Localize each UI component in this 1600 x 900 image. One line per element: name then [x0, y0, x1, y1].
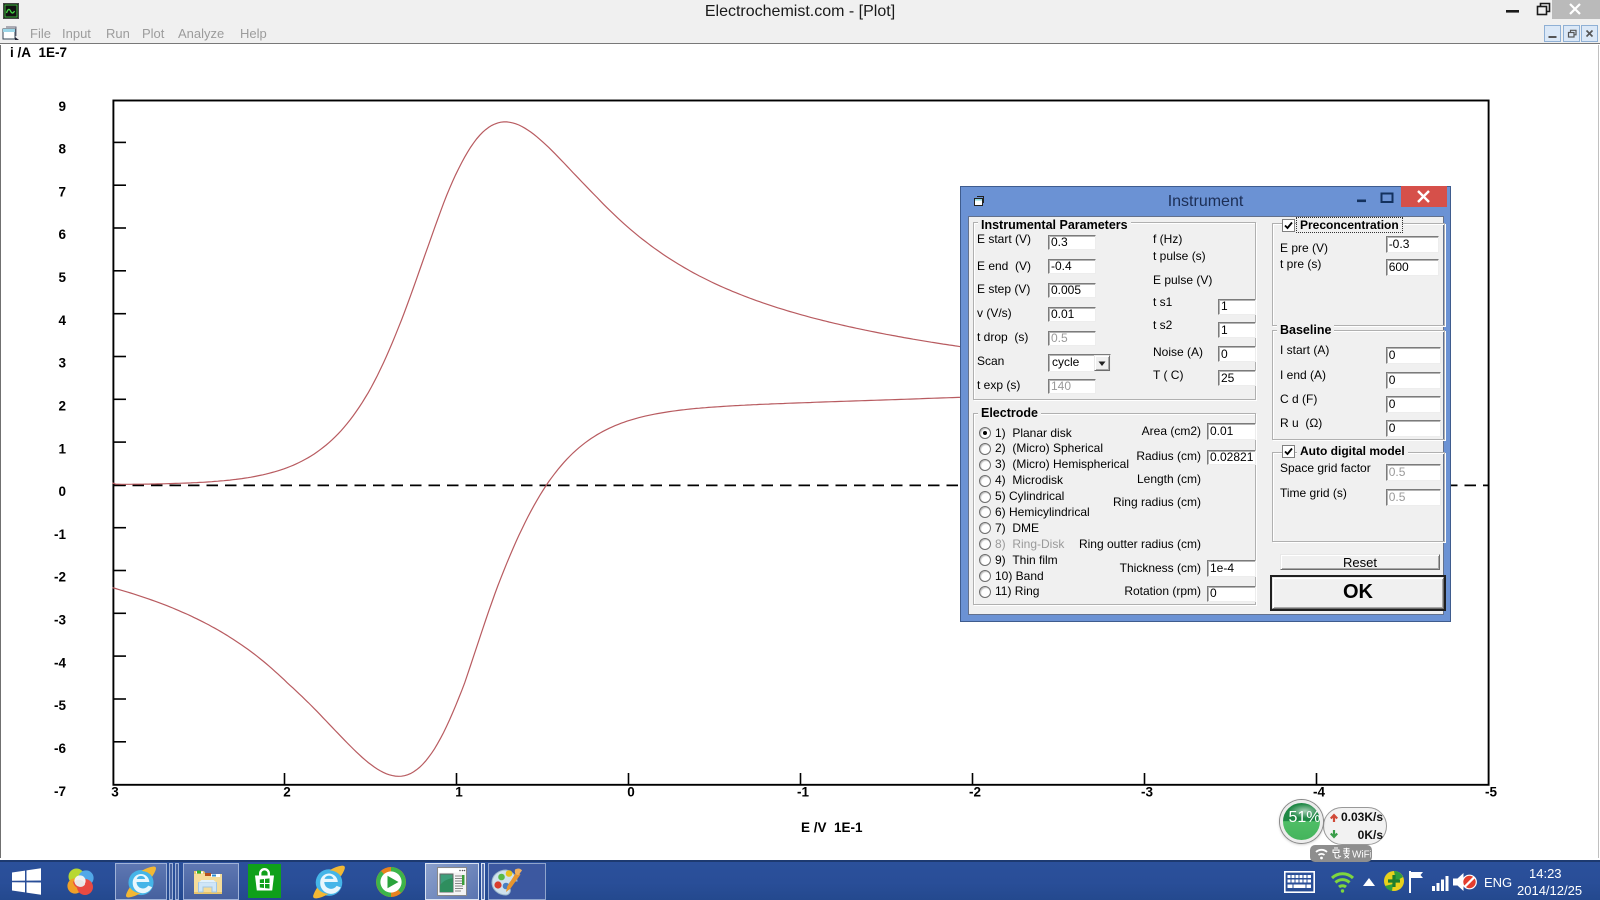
svg-text:-2: -2: [54, 570, 66, 585]
svg-text:-7: -7: [54, 784, 66, 799]
svg-text:5: 5: [58, 270, 66, 285]
svg-text:-6: -6: [54, 741, 66, 756]
svg-text:4: 4: [58, 313, 66, 328]
svg-text:-2: -2: [969, 785, 981, 800]
svg-text:2: 2: [283, 785, 291, 800]
svg-text:i /A 1E-7: i /A 1E-7: [10, 45, 67, 60]
svg-text:E /V 1E-1: E /V 1E-1: [801, 820, 863, 835]
svg-text:-3: -3: [54, 613, 66, 628]
svg-text:6: 6: [58, 227, 66, 242]
svg-text:-5: -5: [54, 698, 66, 713]
svg-text:-3: -3: [1141, 785, 1153, 800]
svg-text:-5: -5: [1485, 785, 1497, 800]
svg-text:1: 1: [455, 785, 463, 800]
svg-text:3: 3: [58, 356, 66, 371]
svg-text:1: 1: [58, 441, 66, 456]
svg-text:WiFi: WiFi: [1352, 850, 1371, 861]
svg-text:0: 0: [58, 484, 66, 499]
svg-text:-1: -1: [54, 527, 66, 542]
svg-text:3: 3: [111, 785, 119, 800]
svg-text:2: 2: [58, 399, 66, 414]
svg-text:9: 9: [58, 99, 66, 114]
svg-text:0: 0: [627, 785, 635, 800]
svg-text:8: 8: [58, 142, 66, 157]
svg-text:-4: -4: [54, 655, 66, 670]
svg-text:7: 7: [58, 184, 66, 199]
svg-text:-1: -1: [797, 785, 809, 800]
